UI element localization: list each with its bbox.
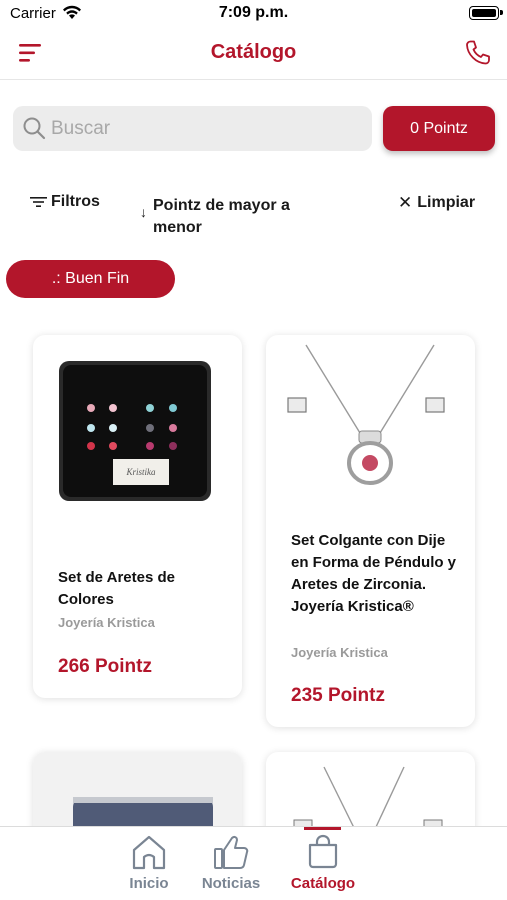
- filters-button[interactable]: Filtros: [30, 193, 100, 211]
- tab-noticias[interactable]: Noticias: [186, 827, 276, 900]
- product-brand: Joyería Kristica: [58, 615, 155, 630]
- sort-button[interactable]: ↓ Pointz de mayor a menor: [140, 195, 323, 239]
- clear-filters-button[interactable]: ✕ Limpiar: [398, 193, 475, 213]
- tab-catalogo[interactable]: Catálogo: [278, 827, 368, 900]
- search-box[interactable]: [13, 106, 372, 151]
- search-input[interactable]: [51, 106, 361, 151]
- thumbs-up-icon: [214, 835, 249, 869]
- filter-lines-icon: [30, 197, 47, 207]
- product-brand: Joyería Kristica: [291, 645, 388, 660]
- product-title: Set Colgante con Dije en Forma de Péndul…: [291, 532, 457, 615]
- product-card[interactable]: Kristika Set de Aretes de Colores Joyerí…: [33, 335, 242, 698]
- tab-label: Noticias: [201, 875, 261, 892]
- status-time: 7:09 p.m.: [218, 4, 289, 21]
- filters-label: Filtros: [51, 193, 100, 210]
- tab-label: Inicio: [129, 875, 169, 892]
- product-points: 266 Pointz: [58, 656, 152, 677]
- status-bar: Carrier 7:09 p.m.: [0, 0, 507, 30]
- product-title: Set de Aretes de Colores: [58, 569, 175, 608]
- category-chip-buen-fin[interactable]: .: Buen Fin: [6, 260, 175, 298]
- filter-row: Filtros ↓ Pointz de mayor a menor ✕ Limp…: [0, 190, 507, 240]
- sort-label: Pointz de mayor a menor: [153, 197, 290, 236]
- battery-icon: [469, 6, 503, 20]
- search-icon: [23, 117, 46, 140]
- arrow-down-icon: ↓: [140, 204, 147, 220]
- page-title: Catálogo: [210, 41, 297, 63]
- tab-inicio[interactable]: Inicio: [104, 827, 194, 900]
- tab-label: Catálogo: [290, 875, 356, 892]
- points-balance-button[interactable]: 0 Pointz: [383, 106, 495, 151]
- clear-label: Limpiar: [417, 194, 476, 211]
- box-label: Kristika: [125, 467, 156, 477]
- product-image-earrings-set: Kristika: [59, 361, 211, 501]
- navigation-bar: Catálogo: [0, 30, 507, 80]
- phone-icon[interactable]: [463, 38, 493, 68]
- tab-bar: Inicio Noticias Catálogo: [0, 826, 507, 900]
- home-icon: [132, 835, 166, 870]
- close-icon: ✕: [398, 193, 413, 212]
- product-card[interactable]: Set Colgante con Dije en Forma de Péndul…: [266, 335, 475, 727]
- product-image-pendant-set: [287, 344, 445, 485]
- product-points: 235 Pointz: [291, 685, 385, 706]
- shopping-bag-icon: [308, 834, 338, 869]
